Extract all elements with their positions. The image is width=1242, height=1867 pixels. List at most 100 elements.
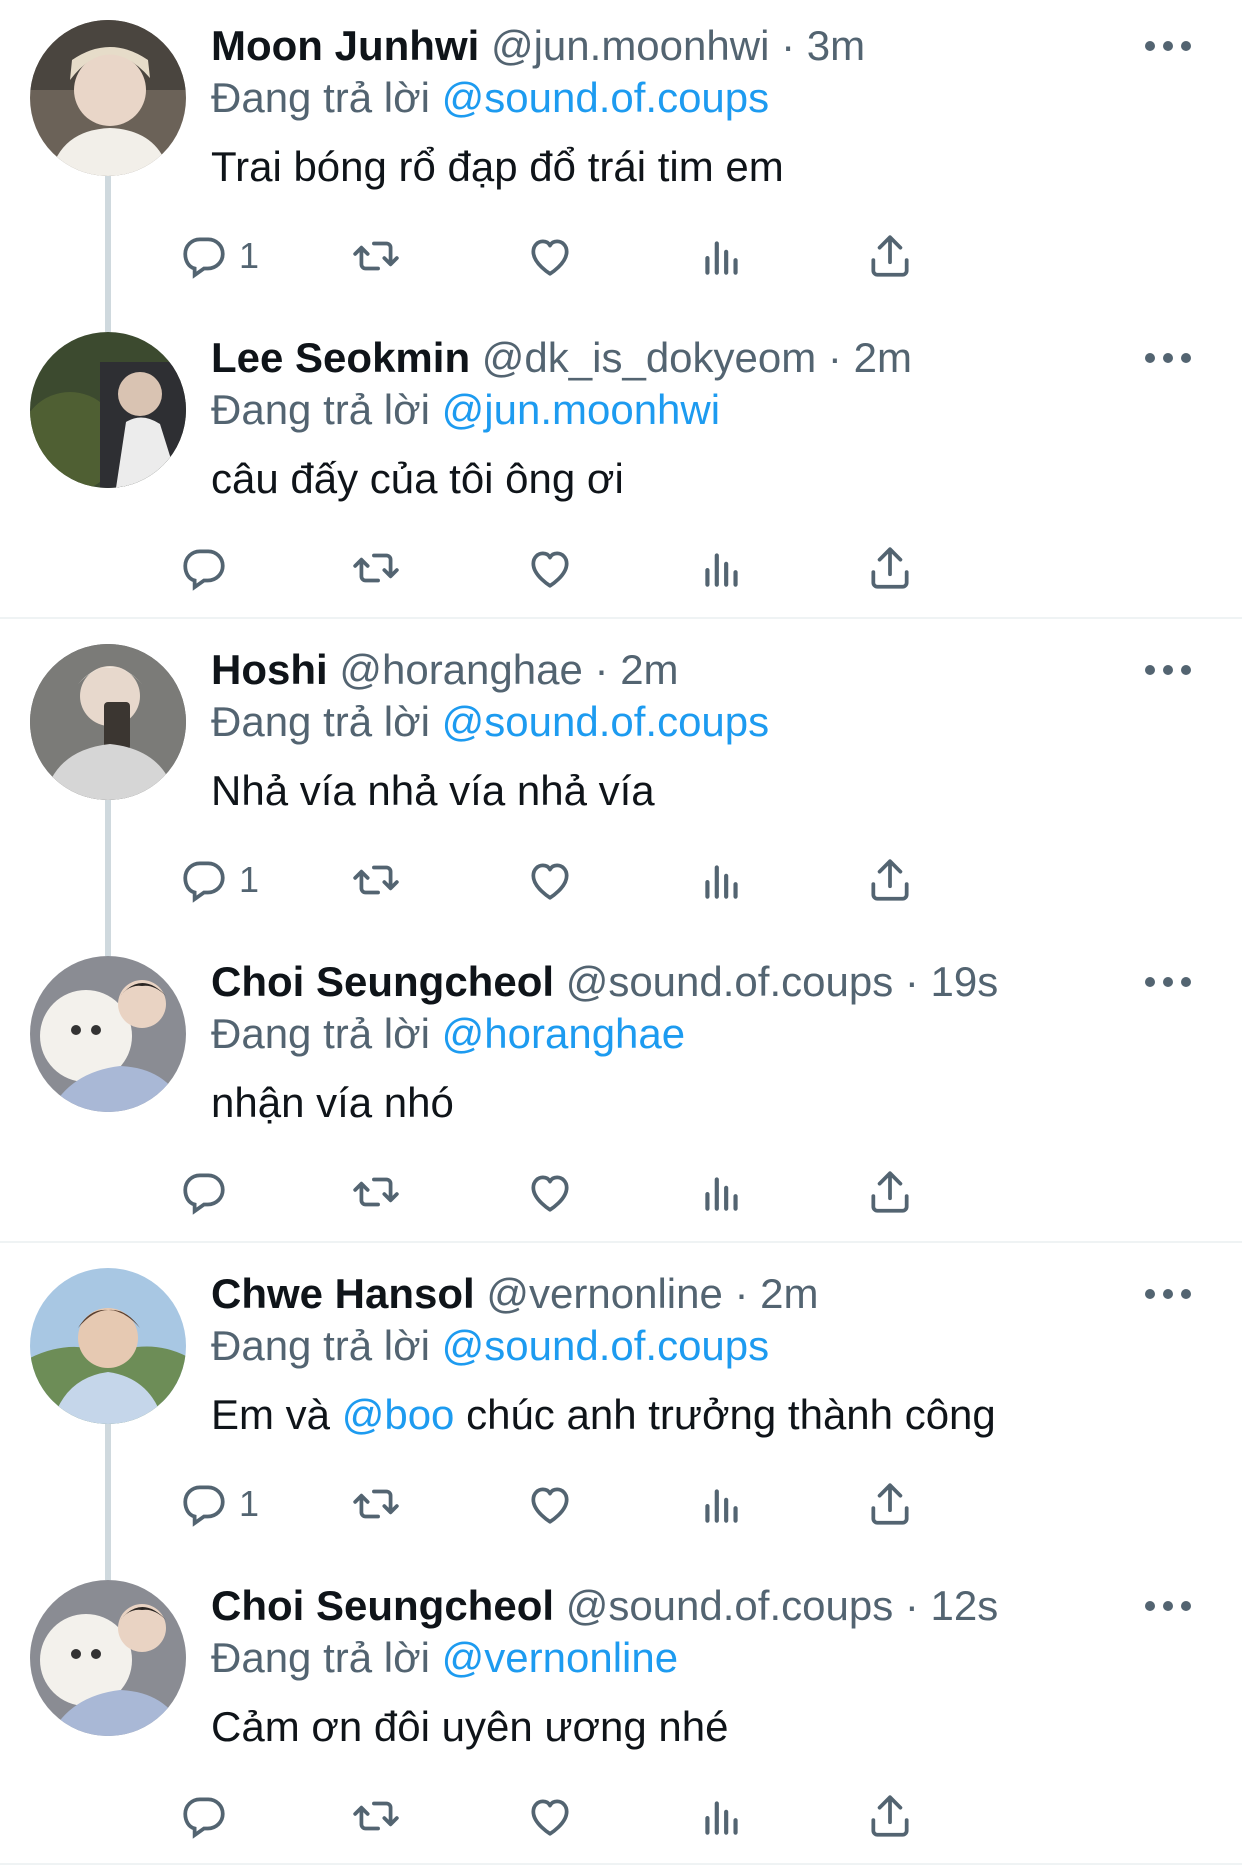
share-button[interactable] <box>865 850 915 910</box>
reply-button[interactable]: 1 <box>179 1474 259 1534</box>
share-button[interactable] <box>865 538 915 598</box>
reply-icon <box>183 1797 225 1839</box>
views-button[interactable] <box>697 226 747 286</box>
author-handle[interactable]: @sound.of.coups <box>566 958 894 1005</box>
like-button[interactable] <box>525 538 575 598</box>
timestamp[interactable]: 3m <box>807 22 865 69</box>
conversation-divider <box>0 1241 1242 1243</box>
like-button[interactable] <box>525 850 575 910</box>
inline-mention[interactable]: @boo <box>342 1391 455 1438</box>
tweet-text-part: Trai bóng rổ đạp đổ trái tim em <box>211 143 784 190</box>
timestamp[interactable]: 19s <box>931 958 999 1005</box>
reply-feed: Moon Junhwi @jun.moonhwi · 3m Đang trả l… <box>0 0 1242 1867</box>
replying-to: Đang trả lời @sound.of.coups <box>211 74 769 122</box>
reply-to-mention[interactable]: @horanghae <box>442 1010 686 1057</box>
reply-to-mention[interactable]: @vernonline <box>442 1634 678 1681</box>
reply-button[interactable]: 1 <box>179 226 259 286</box>
reply-icon <box>183 861 225 903</box>
retweet-button[interactable] <box>351 1474 401 1534</box>
retweet-icon <box>353 553 399 583</box>
tweet[interactable]: Moon Junhwi @jun.moonhwi · 3m Đang trả l… <box>0 0 1242 312</box>
reply-button[interactable] <box>179 1786 239 1846</box>
reply-to-mention[interactable]: @jun.moonhwi <box>442 386 720 433</box>
reply-button[interactable] <box>179 1162 239 1222</box>
retweet-button[interactable] <box>351 1786 401 1846</box>
share-button[interactable] <box>865 1474 915 1534</box>
avatar[interactable] <box>30 1580 186 1736</box>
more-horizontal-icon <box>1145 41 1191 51</box>
tweet[interactable]: Chwe Hansol @vernonline · 2m Đang trả lờ… <box>0 1248 1242 1560</box>
author-handle[interactable]: @sound.of.coups <box>566 1582 894 1629</box>
more-options-button[interactable] <box>1138 340 1198 376</box>
more-options-button[interactable] <box>1138 1588 1198 1624</box>
more-options-button[interactable] <box>1138 28 1198 64</box>
avatar[interactable] <box>30 332 186 488</box>
avatar[interactable] <box>30 20 186 176</box>
tweet-text: câu đấy của tôi ông ơi <box>211 454 624 504</box>
tweet[interactable]: Choi Seungcheol @sound.of.coups · 19s Đa… <box>0 936 1242 1242</box>
share-button[interactable] <box>865 226 915 286</box>
author-name[interactable]: Moon Junhwi <box>211 22 479 69</box>
like-button[interactable] <box>525 1474 575 1534</box>
avatar[interactable] <box>30 644 186 800</box>
retweet-button[interactable] <box>351 226 401 286</box>
like-button[interactable] <box>525 226 575 286</box>
author-handle[interactable]: @horanghae <box>339 646 583 693</box>
timestamp[interactable]: 2m <box>854 334 912 381</box>
action-bar: 1 <box>183 850 1111 910</box>
conversation-divider <box>0 617 1242 619</box>
views-button[interactable] <box>697 1162 747 1222</box>
action-bar: 1 <box>183 226 1111 286</box>
reply-button[interactable]: 1 <box>179 850 259 910</box>
views-button[interactable] <box>697 850 747 910</box>
reply-to-mention[interactable]: @sound.of.coups <box>442 74 770 121</box>
tweet-header: Moon Junhwi @jun.moonhwi · 3m <box>211 22 865 70</box>
tweet[interactable]: Choi Seungcheol @sound.of.coups · 12s Đa… <box>0 1560 1242 1867</box>
share-icon <box>871 1483 909 1525</box>
views-button[interactable] <box>697 1474 747 1534</box>
author-name[interactable]: Choi Seungcheol <box>211 958 554 1005</box>
reply-to-mention[interactable]: @sound.of.coups <box>442 1322 770 1369</box>
reply-icon <box>183 237 225 279</box>
timestamp[interactable]: 2m <box>760 1270 818 1317</box>
more-options-button[interactable] <box>1138 1276 1198 1312</box>
more-horizontal-icon <box>1145 977 1191 987</box>
author-name[interactable]: Chwe Hansol <box>211 1270 475 1317</box>
tweet-header: Hoshi @horanghae · 2m <box>211 646 679 694</box>
reply-to-mention[interactable]: @sound.of.coups <box>442 698 770 745</box>
share-button[interactable] <box>865 1786 915 1846</box>
retweet-icon <box>353 1177 399 1207</box>
reply-button[interactable] <box>179 538 239 598</box>
author-handle[interactable]: @dk_is_dokyeom <box>482 334 816 381</box>
views-button[interactable] <box>697 538 747 598</box>
retweet-button[interactable] <box>351 538 401 598</box>
tweet[interactable]: Lee Seokmin @dk_is_dokyeom · 2m Đang trả… <box>0 312 1242 618</box>
author-handle[interactable]: @vernonline <box>486 1270 722 1317</box>
timestamp[interactable]: 2m <box>620 646 678 693</box>
more-horizontal-icon <box>1145 353 1191 363</box>
share-icon <box>871 859 909 901</box>
author-name[interactable]: Choi Seungcheol <box>211 1582 554 1629</box>
retweet-button[interactable] <box>351 1162 401 1222</box>
tweet[interactable]: Hoshi @horanghae · 2m Đang trả lời @soun… <box>0 624 1242 936</box>
tweet-text-part: nhận vía nhó <box>211 1079 454 1126</box>
views-button[interactable] <box>697 1786 747 1846</box>
author-handle[interactable]: @jun.moonhwi <box>491 22 769 69</box>
retweet-button[interactable] <box>351 850 401 910</box>
tweet-text-part: Nhả vía nhả vía nhả vía <box>211 767 655 814</box>
more-options-button[interactable] <box>1138 652 1198 688</box>
thread-line <box>105 800 111 936</box>
author-name[interactable]: Hoshi <box>211 646 328 693</box>
avatar[interactable] <box>30 956 186 1112</box>
more-options-button[interactable] <box>1138 964 1198 1000</box>
action-bar <box>183 1162 1111 1222</box>
like-button[interactable] <box>525 1786 575 1846</box>
reply-prefix: Đang trả lời <box>211 386 430 433</box>
avatar[interactable] <box>30 1268 186 1424</box>
timestamp[interactable]: 12s <box>931 1582 999 1629</box>
author-name[interactable]: Lee Seokmin <box>211 334 470 381</box>
share-button[interactable] <box>865 1162 915 1222</box>
more-horizontal-icon <box>1145 1601 1191 1611</box>
like-button[interactable] <box>525 1162 575 1222</box>
reply-icon <box>183 1173 225 1215</box>
